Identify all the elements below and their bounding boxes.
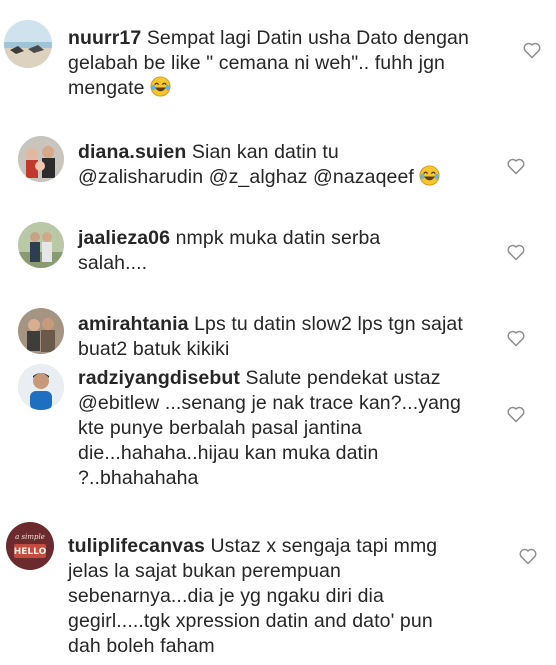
comment-text: nuurr17 Sempat lagi Datin usha Dato deng… <box>68 26 508 101</box>
laughing-tears-emoji <box>150 76 171 97</box>
mention-link[interactable]: @z_alghaz <box>209 166 308 188</box>
avatar[interactable] <box>18 222 64 268</box>
comment-username[interactable]: jaalieza06 <box>78 227 170 249</box>
avatar[interactable]: a simple HELLO <box>6 522 54 570</box>
comment-username[interactable]: tuliplifecanvas <box>68 535 205 557</box>
like-heart-icon[interactable] <box>506 156 526 176</box>
mention-link[interactable]: @nazaqeef <box>313 166 414 188</box>
avatar-hello-text: HELLO <box>14 547 47 557</box>
portrait-avatar-image <box>18 364 64 410</box>
comment-text: jaalieza06 nmpk muka datin serba salah..… <box>78 226 448 276</box>
comment-text: tuliplifecanvas Ustaz x sengaja tapi mmg… <box>68 534 450 659</box>
avatar[interactable] <box>18 308 64 354</box>
like-heart-icon[interactable] <box>506 404 526 424</box>
comment-text: radziyangdisebut Salute pendekat ustaz @… <box>78 366 490 491</box>
comment-username[interactable]: radziyangdisebut <box>78 367 240 389</box>
comment-text: diana.suien Sian kan datin tu @zalisharu… <box>78 140 518 190</box>
comment-body: Salute pendekat ustaz <box>239 367 441 389</box>
laughing-tears-emoji <box>419 165 440 186</box>
like-heart-icon[interactable] <box>522 40 542 60</box>
outdoor-couple-avatar-image <box>18 222 64 268</box>
hello-sign-avatar-image: a simple HELLO <box>6 522 54 570</box>
avatar[interactable] <box>4 20 52 68</box>
avatar[interactable] <box>18 136 64 182</box>
comment-username[interactable]: diana.suien <box>78 141 186 163</box>
comment-text: amirahtania Lps tu datin slow2 lps tgn s… <box>78 312 478 362</box>
like-heart-icon[interactable] <box>506 328 526 348</box>
comment-body: Sian kan datin tu <box>186 141 339 163</box>
comment-username[interactable]: amirahtania <box>78 313 189 335</box>
group-photo-avatar-image <box>18 136 64 182</box>
avatar[interactable] <box>18 364 64 410</box>
mention-link[interactable]: @ebitlew <box>78 392 159 414</box>
comment-username[interactable]: nuurr17 <box>68 27 141 49</box>
avatar-caption: a simple <box>15 533 45 541</box>
mention-link[interactable]: @zalisharudin <box>78 166 203 188</box>
indoor-couple-avatar-image <box>18 308 64 354</box>
beach-avatar-image <box>4 20 52 68</box>
like-heart-icon[interactable] <box>506 242 526 262</box>
like-heart-icon[interactable] <box>518 546 538 566</box>
